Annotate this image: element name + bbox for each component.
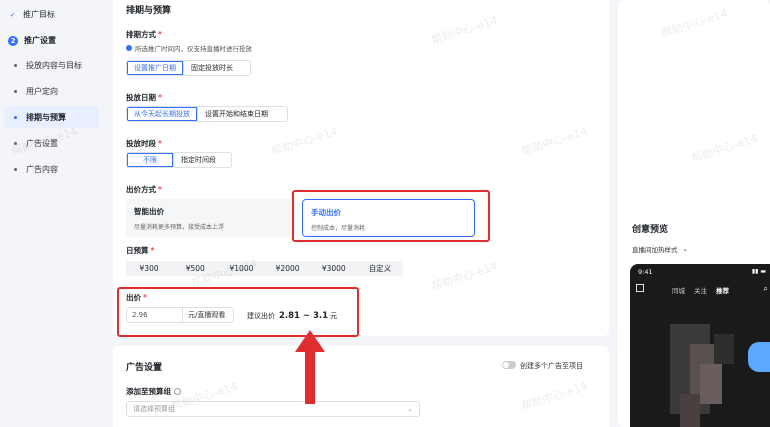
budget-option[interactable]: ¥3000 bbox=[311, 261, 357, 276]
bid-mode-label: 出价方式 * bbox=[126, 185, 162, 194]
phone-status-icon: ▮▮ ▬ bbox=[751, 268, 766, 275]
bullet-icon bbox=[14, 167, 17, 171]
chevron-down-icon: ⌄ bbox=[682, 245, 688, 253]
bid-card-title: 智能出价 bbox=[134, 207, 164, 216]
sidebar-item-ad-content[interactable]: 广告内容 bbox=[4, 158, 99, 180]
sidebar-item-schedule-budget[interactable]: 排期与预算 bbox=[4, 106, 99, 128]
budget-group-label: 添加至预算组 bbox=[126, 386, 181, 397]
section-title: 排期与预算 bbox=[126, 6, 172, 16]
schedule-mode-label: 排期方式 * bbox=[126, 30, 162, 39]
ad-settings-title: 广告设置 bbox=[126, 363, 163, 373]
sidebar-item-label: 广告设置 bbox=[26, 138, 58, 148]
time-label: 投放时段 * bbox=[126, 139, 162, 148]
check-icon: ✓ bbox=[9, 10, 16, 19]
schedule-mode-hint: 所选推广时间内，仅支持直播时进行投放 bbox=[126, 43, 252, 53]
time-selector: 不限 指定时间段 bbox=[126, 152, 232, 168]
budget-option[interactable]: ¥300 bbox=[126, 261, 172, 276]
date-label: 投放日期 * bbox=[126, 93, 162, 102]
mosaic-block bbox=[700, 364, 722, 404]
search-icon: ⌕ bbox=[763, 284, 768, 293]
sidebar-item-label: 投放内容与目标 bbox=[26, 60, 82, 70]
assistant-robot-icon[interactable] bbox=[748, 342, 770, 372]
step-number-badge: 2 bbox=[8, 35, 18, 46]
bullet-icon bbox=[14, 115, 17, 119]
bullet-icon bbox=[14, 89, 17, 93]
option-specific-time[interactable]: 指定时间段 bbox=[174, 153, 223, 167]
option-set-dates[interactable]: 设置推广日期 bbox=[127, 61, 184, 75]
sidebar-item-label: 用户定向 bbox=[26, 86, 58, 96]
budget-option[interactable]: ¥2000 bbox=[265, 261, 311, 276]
option-fixed-duration[interactable]: 固定投放时长 bbox=[184, 61, 240, 75]
preview-style-select[interactable]: 直播间加热样式 ⌄ bbox=[632, 244, 688, 254]
chevron-down-icon: ⌄ bbox=[407, 405, 413, 413]
phone-tabs: 同城 关注 推荐 bbox=[672, 285, 729, 295]
option-unlimited[interactable]: 不限 bbox=[127, 153, 174, 167]
step-label: 推广设置 bbox=[24, 36, 56, 45]
budget-option[interactable]: ¥500 bbox=[172, 261, 218, 276]
smart-bid-card[interactable]: 智能出价 尽量消耗更多预算，接受成本上浮 bbox=[126, 199, 293, 237]
budget-group-placeholder: 请选择预算组 bbox=[133, 405, 175, 413]
sidebar-item-content-target[interactable]: 投放内容与目标 bbox=[4, 54, 99, 76]
option-start-end[interactable]: 设置开始和结束日期 bbox=[198, 107, 275, 121]
date-selector: 从今天起长期投放 设置开始和结束日期 bbox=[126, 106, 288, 122]
mosaic-block bbox=[680, 394, 700, 427]
option-long-term[interactable]: 从今天起长期投放 bbox=[127, 107, 198, 121]
budget-option-custom[interactable]: 自定义 bbox=[357, 261, 403, 276]
bid-card-desc: 尽量消耗更多预算，接受成本上浮 bbox=[134, 224, 225, 231]
bullet-icon bbox=[14, 63, 17, 67]
budget-group-select[interactable]: 请选择预算组 ⌄ bbox=[126, 401, 420, 417]
phone-tab-active: 推荐 bbox=[716, 287, 729, 295]
step-label: 推广目标 bbox=[23, 10, 55, 19]
bullet-icon bbox=[14, 141, 17, 145]
daily-budget-label: 日预算 * bbox=[126, 246, 155, 255]
budget-option[interactable]: ¥1000 bbox=[218, 261, 264, 276]
info-icon bbox=[126, 45, 132, 51]
preview-title: 创意预览 bbox=[632, 225, 669, 235]
mosaic-block bbox=[714, 334, 734, 364]
sidebar-item-label: 排期与预算 bbox=[26, 112, 66, 122]
phone-tab: 同城 bbox=[672, 287, 685, 295]
daily-budget-options: ¥300 ¥500 ¥1000 ¥2000 ¥3000 自定义 bbox=[126, 261, 403, 276]
schedule-mode-selector: 设置推广日期 固定投放时长 bbox=[126, 60, 251, 76]
annotation-highlight-box bbox=[292, 190, 490, 242]
sidebar-item-targeting[interactable]: 用户定向 bbox=[4, 80, 99, 102]
phone-preview: 9:41 ▮▮ ▬ 同城 关注 推荐 ⌕ bbox=[630, 264, 770, 427]
annotation-arrow bbox=[295, 330, 325, 404]
sidebar-item-ad-settings[interactable]: 广告设置 bbox=[4, 132, 99, 154]
step-promotion-settings[interactable]: 2 推广设置 bbox=[8, 35, 56, 46]
phone-tab: 关注 bbox=[694, 287, 707, 295]
sidebar-item-label: 广告内容 bbox=[26, 164, 58, 174]
multi-ad-toggle[interactable] bbox=[502, 361, 516, 369]
multi-ad-toggle-label: 创建多个广告至项目 bbox=[520, 362, 583, 370]
help-icon bbox=[174, 388, 181, 395]
sidebar: ✓ 推广目标 2 推广设置 投放内容与目标 用户定向 排期与预算 广告设置 广告… bbox=[0, 0, 106, 427]
menu-icon bbox=[636, 284, 644, 292]
phone-time: 9:41 bbox=[638, 268, 653, 276]
step-promotion-goal[interactable]: ✓ 推广目标 bbox=[8, 9, 55, 20]
